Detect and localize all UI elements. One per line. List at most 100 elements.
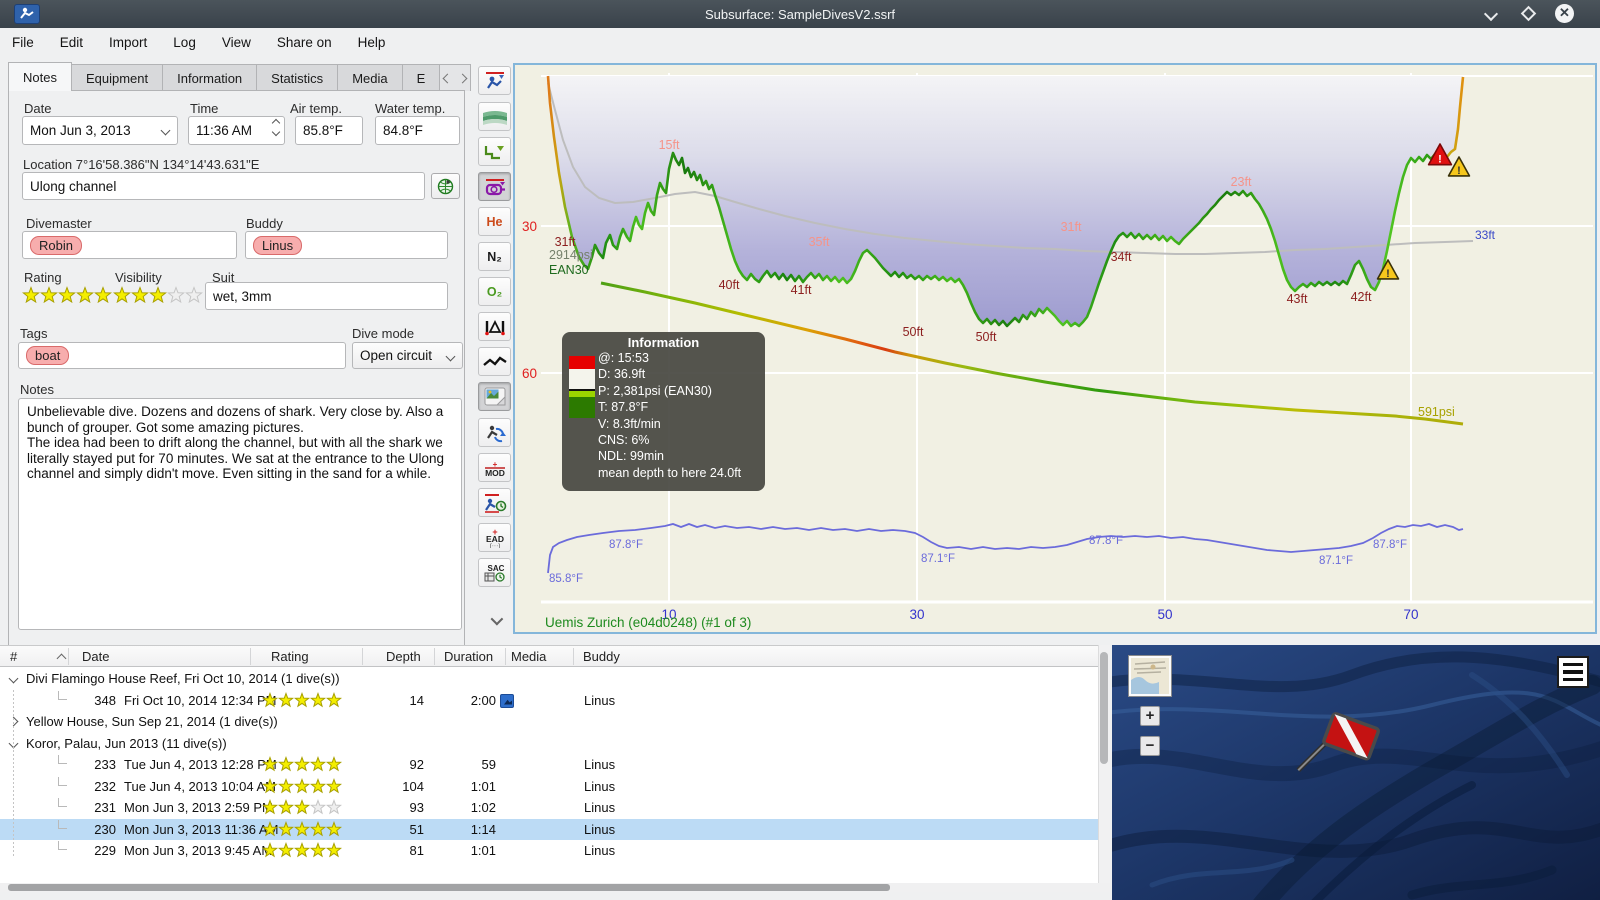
map-zoom-in-button[interactable]: + bbox=[1140, 706, 1160, 726]
menu-edit[interactable]: Edit bbox=[60, 35, 83, 50]
time-spin-arrows[interactable] bbox=[271, 118, 281, 137]
dive-row[interactable]: 233 Tue Jun 4, 2013 12:28 PM 92 59 Linus bbox=[0, 754, 1098, 776]
dive-row[interactable]: 231 Mon Jun 3, 2013 2:59 PM 93 1:02 Linus bbox=[0, 797, 1098, 819]
column-header-num[interactable]: # bbox=[10, 649, 17, 664]
divemaster-field[interactable]: Robin bbox=[22, 231, 237, 259]
dive-list-header[interactable]: # Date Rating Depth Duration Media Buddy bbox=[0, 646, 1098, 667]
suit-field[interactable]: wet, 3mm bbox=[205, 282, 448, 310]
sac-icon[interactable]: SAC bbox=[478, 558, 511, 587]
time-spinbox[interactable]: 11:36 AM bbox=[188, 116, 285, 145]
air-temp-field[interactable]: 85.8°F bbox=[295, 116, 363, 145]
calculated-ceiling-icon[interactable] bbox=[478, 312, 511, 341]
chevron-down-icon[interactable] bbox=[8, 673, 19, 684]
ceiling-icon[interactable] bbox=[478, 137, 511, 166]
dive-row[interactable]: 348 Fri Oct 10, 2014 12:34 PM 14 2:00 Linus bbox=[0, 690, 1098, 712]
rating-stars-icons bbox=[22, 286, 112, 304]
heart-rate-icon[interactable] bbox=[478, 347, 511, 376]
helium-graph-icon-label: He bbox=[486, 214, 503, 229]
titlebar[interactable]: Subsurface: SampleDivesV2.ssrf ✕ bbox=[0, 0, 1600, 28]
dive-row[interactable]: 229 Mon Jun 3, 2013 9:45 AM 81 1:01 Linus bbox=[0, 840, 1098, 862]
tab-media[interactable]: Media bbox=[337, 64, 403, 91]
vertical-scrollbar-thumb[interactable] bbox=[1100, 652, 1108, 764]
column-separator[interactable] bbox=[434, 648, 435, 665]
date-combobox[interactable]: Mon Jun 3, 2013 bbox=[22, 116, 178, 145]
menu-import[interactable]: Import bbox=[109, 35, 147, 50]
media-photo-icon[interactable] bbox=[500, 693, 514, 708]
column-header-buddy[interactable]: Buddy bbox=[583, 649, 620, 664]
map-canvas[interactable] bbox=[1112, 645, 1600, 900]
menu-file[interactable]: File bbox=[12, 35, 34, 50]
ead-icon[interactable]: + EAD (···) bbox=[478, 523, 511, 552]
visibility-stars[interactable] bbox=[113, 286, 203, 309]
sort-ascending-icon[interactable] bbox=[56, 653, 67, 664]
nitrogen-graph-icon[interactable]: N₂ bbox=[478, 242, 511, 271]
dive-rating bbox=[261, 777, 343, 797]
divemaster-tag[interactable]: Robin bbox=[30, 235, 82, 255]
column-header-duration[interactable]: Duration bbox=[444, 649, 493, 664]
dive-row-selected[interactable]: 230 Mon Jun 3, 2013 11:36 AM 51 1:14 Linus bbox=[0, 818, 1098, 840]
trip-group-row[interactable]: Koror, Palau, Jun 2013 (11 dive(s)) bbox=[0, 733, 1098, 755]
gradient-factor-icon[interactable] bbox=[478, 102, 511, 131]
tab-notes[interactable]: Notes bbox=[8, 62, 72, 91]
column-separator[interactable] bbox=[250, 648, 251, 665]
maximize-icon[interactable] bbox=[1520, 5, 1537, 22]
tree-elbow bbox=[58, 776, 67, 786]
map-zoom-out-button[interactable]: − bbox=[1140, 736, 1160, 756]
minimize-icon[interactable] bbox=[1483, 6, 1499, 22]
helium-graph-icon[interactable]: He bbox=[478, 207, 511, 236]
nitrogen-graph-icon-label: N₂ bbox=[487, 249, 502, 264]
buddy-field[interactable]: Linus bbox=[245, 231, 448, 259]
column-separator[interactable] bbox=[505, 648, 506, 665]
tag-boat[interactable]: boat bbox=[26, 346, 70, 365]
column-separator[interactable] bbox=[68, 648, 69, 665]
dive-buddy: Linus bbox=[584, 800, 616, 815]
close-icon[interactable]: ✕ bbox=[1555, 4, 1574, 23]
dive-row[interactable]: 232 Tue Jun 4, 2013 10:04 AM 104 1:01 Linus bbox=[0, 776, 1098, 798]
toolbar-collapse-button[interactable] bbox=[482, 610, 508, 630]
column-header-depth[interactable]: Depth bbox=[386, 649, 421, 664]
menu-log[interactable]: Log bbox=[173, 35, 196, 50]
time-label: Time bbox=[190, 101, 219, 116]
photos-icon-selected[interactable] bbox=[478, 382, 511, 411]
svg-text:70: 70 bbox=[1403, 607, 1418, 622]
notes-textarea[interactable]: Unbelievable dive. Dozens and dozens of … bbox=[18, 398, 462, 630]
mod-icon[interactable]: + MOD bbox=[478, 453, 511, 482]
dive-mode-select[interactable]: Open circuit bbox=[352, 342, 463, 369]
deco-info-icon[interactable] bbox=[478, 488, 511, 517]
map-overview-inset[interactable] bbox=[1128, 655, 1172, 697]
map-menu-button[interactable] bbox=[1557, 656, 1589, 688]
column-separator[interactable] bbox=[573, 648, 574, 665]
menu-help[interactable]: Help bbox=[358, 35, 386, 50]
menu-share-on[interactable]: Share on bbox=[277, 35, 332, 50]
column-header-rating[interactable]: Rating bbox=[271, 649, 309, 664]
tab-information[interactable]: Information bbox=[162, 64, 258, 91]
rating-stars[interactable] bbox=[22, 286, 112, 309]
water-temp-field[interactable]: 84.8°F bbox=[375, 116, 460, 145]
tags-field[interactable]: boat bbox=[18, 342, 346, 369]
location-input[interactable]: Ulong channel bbox=[22, 172, 425, 200]
column-header-date[interactable]: Date bbox=[82, 649, 109, 664]
trip-group-row[interactable]: Divi Flamingo House Reef, Fri Oct 10, 20… bbox=[0, 668, 1098, 690]
globe-button[interactable] bbox=[431, 173, 460, 199]
buddy-tag[interactable]: Linus bbox=[253, 235, 303, 255]
menu-view[interactable]: View bbox=[222, 35, 251, 50]
rebreather-icon[interactable] bbox=[478, 418, 511, 447]
setpoint-icon-selected[interactable] bbox=[478, 172, 511, 201]
tab-scroll-left-icon[interactable] bbox=[442, 73, 453, 83]
tab-e[interactable]: E bbox=[401, 64, 441, 91]
tab-scroll-right-icon[interactable] bbox=[457, 73, 468, 83]
dive-computer-icon[interactable] bbox=[478, 66, 511, 95]
svg-text:50: 50 bbox=[1157, 607, 1172, 622]
column-separator[interactable] bbox=[362, 648, 363, 665]
column-header-media[interactable]: Media bbox=[511, 649, 546, 664]
horizontal-scrollbar-thumb[interactable] bbox=[8, 884, 890, 891]
oxygen-graph-icon[interactable]: O₂ bbox=[478, 277, 511, 306]
tab-equipment[interactable]: Equipment bbox=[70, 64, 164, 91]
svg-text:30: 30 bbox=[522, 219, 537, 234]
chevron-down-icon[interactable] bbox=[445, 351, 456, 362]
chevron-down-icon[interactable] bbox=[160, 125, 171, 136]
trip-group-row[interactable]: Yellow House, Sun Sep 21, 2014 (1 dive(s… bbox=[0, 711, 1098, 733]
svg-text:!: ! bbox=[1457, 165, 1461, 177]
tab-statistics[interactable]: Statistics bbox=[256, 64, 339, 91]
svg-text:!: ! bbox=[1386, 268, 1390, 280]
